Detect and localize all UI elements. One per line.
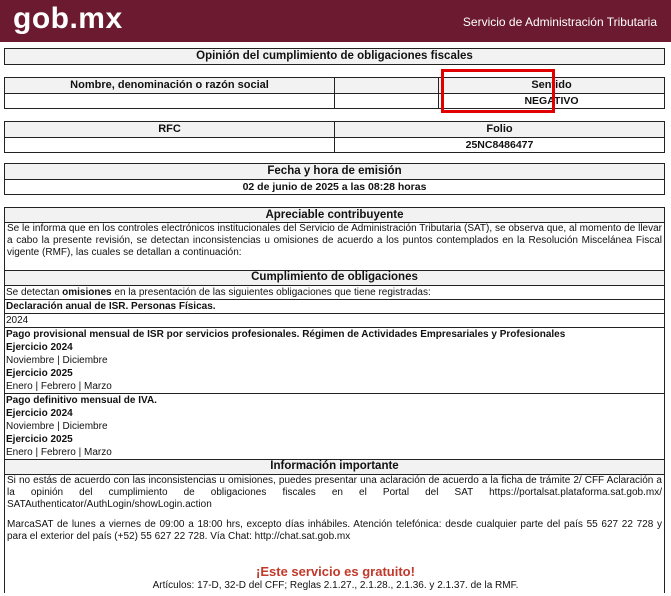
ob3-exercise-2: Ejercicio 2025 xyxy=(6,434,73,445)
ob3-months-2: Enero | Febrero | Marzo xyxy=(6,447,112,458)
ob2-title: Pago provisional mensual de ISR por serv… xyxy=(5,327,664,341)
gobmx-logo[interactable]: gob.mx xyxy=(13,2,123,36)
ob2-exercise-1: Ejercicio 2024 xyxy=(6,342,73,353)
main-content: Apreciable contribuyente Se le informa q… xyxy=(4,207,665,593)
site-header: gob.mx Servicio de Administración Tribut… xyxy=(0,0,671,42)
rfc-value xyxy=(5,138,335,153)
document-page: gob.mx Servicio de Administración Tribut… xyxy=(0,0,671,596)
info-paragraph-1: Si no estás de acuerdo con las inconsist… xyxy=(7,475,662,510)
notice-body: Se le informa que en los controles elect… xyxy=(7,223,662,258)
ob2-months-1: Noviembre | Diciembre xyxy=(6,355,108,366)
intro-post: en la presentación de las siguientes obl… xyxy=(111,287,431,298)
rfc-label: RFC xyxy=(5,122,335,137)
agency-name: Servicio de Administración Tributaria xyxy=(462,15,657,29)
name-value xyxy=(5,94,335,109)
issue-value: 02 de junio de 2025 a las 08:28 horas xyxy=(242,181,427,193)
legal-articles: Artículos: 17-D, 32-D del CFF; Reglas 2.… xyxy=(152,580,519,591)
issue-label: Fecha y hora de emisión xyxy=(5,164,664,180)
ob1-year: 2024 xyxy=(5,313,664,327)
ob1-title: Declaración anual de ISR. Personas Físic… xyxy=(5,299,664,313)
intro-bold: omisiones xyxy=(62,287,112,298)
document-title: Opinión del cumplimiento de obligaciones… xyxy=(4,48,665,65)
highlight-frame xyxy=(441,69,555,113)
ob3-exercise-1: Ejercicio 2024 xyxy=(6,408,73,419)
notice-heading: Apreciable contribuyente xyxy=(5,208,664,223)
folio-label: Folio xyxy=(486,123,513,135)
ob3-title: Pago definitivo mensual de IVA. xyxy=(5,393,664,407)
name-label: Nombre, denominación o razón social xyxy=(5,78,335,93)
blank-header-cell xyxy=(335,78,439,93)
compliance-heading: Cumplimiento de obligaciones xyxy=(5,270,664,286)
ids-table: RFC Folio 25NC8486477 xyxy=(4,121,665,153)
ob2-months-2: Enero | Febrero | Marzo xyxy=(6,381,112,392)
info-heading: Información importante xyxy=(5,459,664,475)
free-service-notice: ¡Este servicio es gratuito! xyxy=(256,564,415,579)
blank-value-cell xyxy=(335,94,439,109)
ob3-months-1: Noviembre | Diciembre xyxy=(6,421,108,432)
issue-table: Fecha y hora de emisión 02 de junio de 2… xyxy=(4,163,665,195)
compliance-intro: Se detectan omisiones en la presentación… xyxy=(5,286,664,299)
ob2-exercise-2: Ejercicio 2025 xyxy=(6,368,73,379)
folio-value: 25NC8486477 xyxy=(465,139,534,151)
info-paragraph-2: MarcaSAT de lunes a viernes de 09:00 a 1… xyxy=(7,519,662,542)
intro-pre: Se detectan xyxy=(6,287,63,298)
taxpayer-table: Nombre, denominación o razón social Sent… xyxy=(4,77,665,109)
